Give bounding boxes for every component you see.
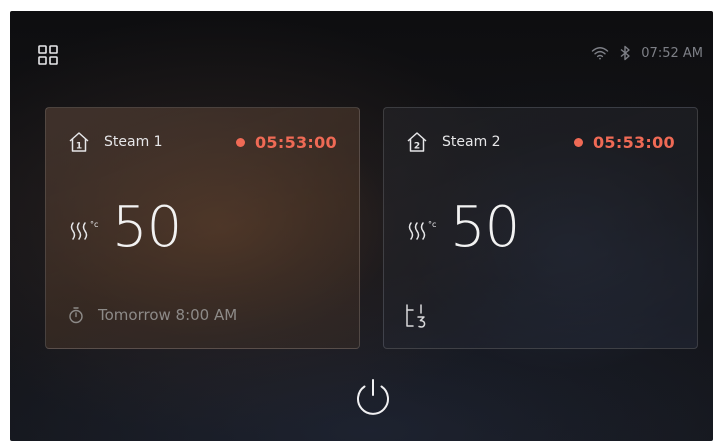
home-1-icon: 1 — [68, 131, 90, 153]
temperature-value: 50 — [450, 195, 520, 260]
zone-card-1[interactable]: 1 Steam 1 05:53:00 °c 50 Tomorrow 8:00 A… — [45, 107, 360, 349]
svg-text:°c: °c — [90, 220, 98, 229]
steam-heat-icon: °c — [406, 213, 444, 243]
power-button[interactable] — [350, 374, 396, 420]
zone-card-header: 1 Steam 1 05:53:00 — [68, 130, 337, 154]
grid-menu-icon[interactable] — [34, 41, 62, 69]
timer-value: 05:53:00 — [593, 132, 675, 152]
temperature-row: °c 50 — [406, 195, 520, 260]
timer-value: 05:53:00 — [255, 132, 337, 152]
clock-time: 07:52 AM — [641, 45, 703, 61]
zone-card-header: 2 Steam 2 05:53:00 — [406, 130, 675, 154]
temperature-row: °c 50 — [68, 195, 182, 260]
home-2-icon: 2 — [406, 131, 428, 153]
zone-timer: 05:53:00 — [574, 133, 675, 152]
zone-card-2[interactable]: 2 Steam 2 05:53:00 °c 50 — [383, 107, 698, 349]
timer-indicator-dot — [236, 137, 245, 147]
clock-icon — [69, 307, 83, 324]
steam-heat-icon: °c — [68, 213, 106, 243]
power-icon — [357, 379, 389, 415]
schedule-text: Tomorrow 8:00 AM — [98, 306, 238, 324]
status-bar: 07:52 AM — [591, 45, 703, 61]
schedule[interactable]: Tomorrow 8:00 AM — [68, 306, 237, 324]
svg-text:°c: °c — [428, 220, 436, 229]
bath-cycle-icon[interactable] — [404, 302, 428, 330]
device-screen: 07:52 AM 1 Steam 1 05:53:00 °c 50 Tomorr… — [10, 11, 713, 441]
svg-text:2: 2 — [414, 141, 420, 151]
bluetooth-icon — [619, 45, 631, 61]
zone-timer: 05:53:00 — [236, 133, 337, 152]
svg-text:1: 1 — [76, 141, 82, 151]
zone-title: Steam 1 — [104, 134, 163, 150]
timer-indicator-dot — [574, 137, 583, 147]
zone-title: Steam 2 — [442, 134, 501, 150]
temperature-value: 50 — [112, 195, 182, 260]
wifi-icon — [591, 46, 609, 60]
